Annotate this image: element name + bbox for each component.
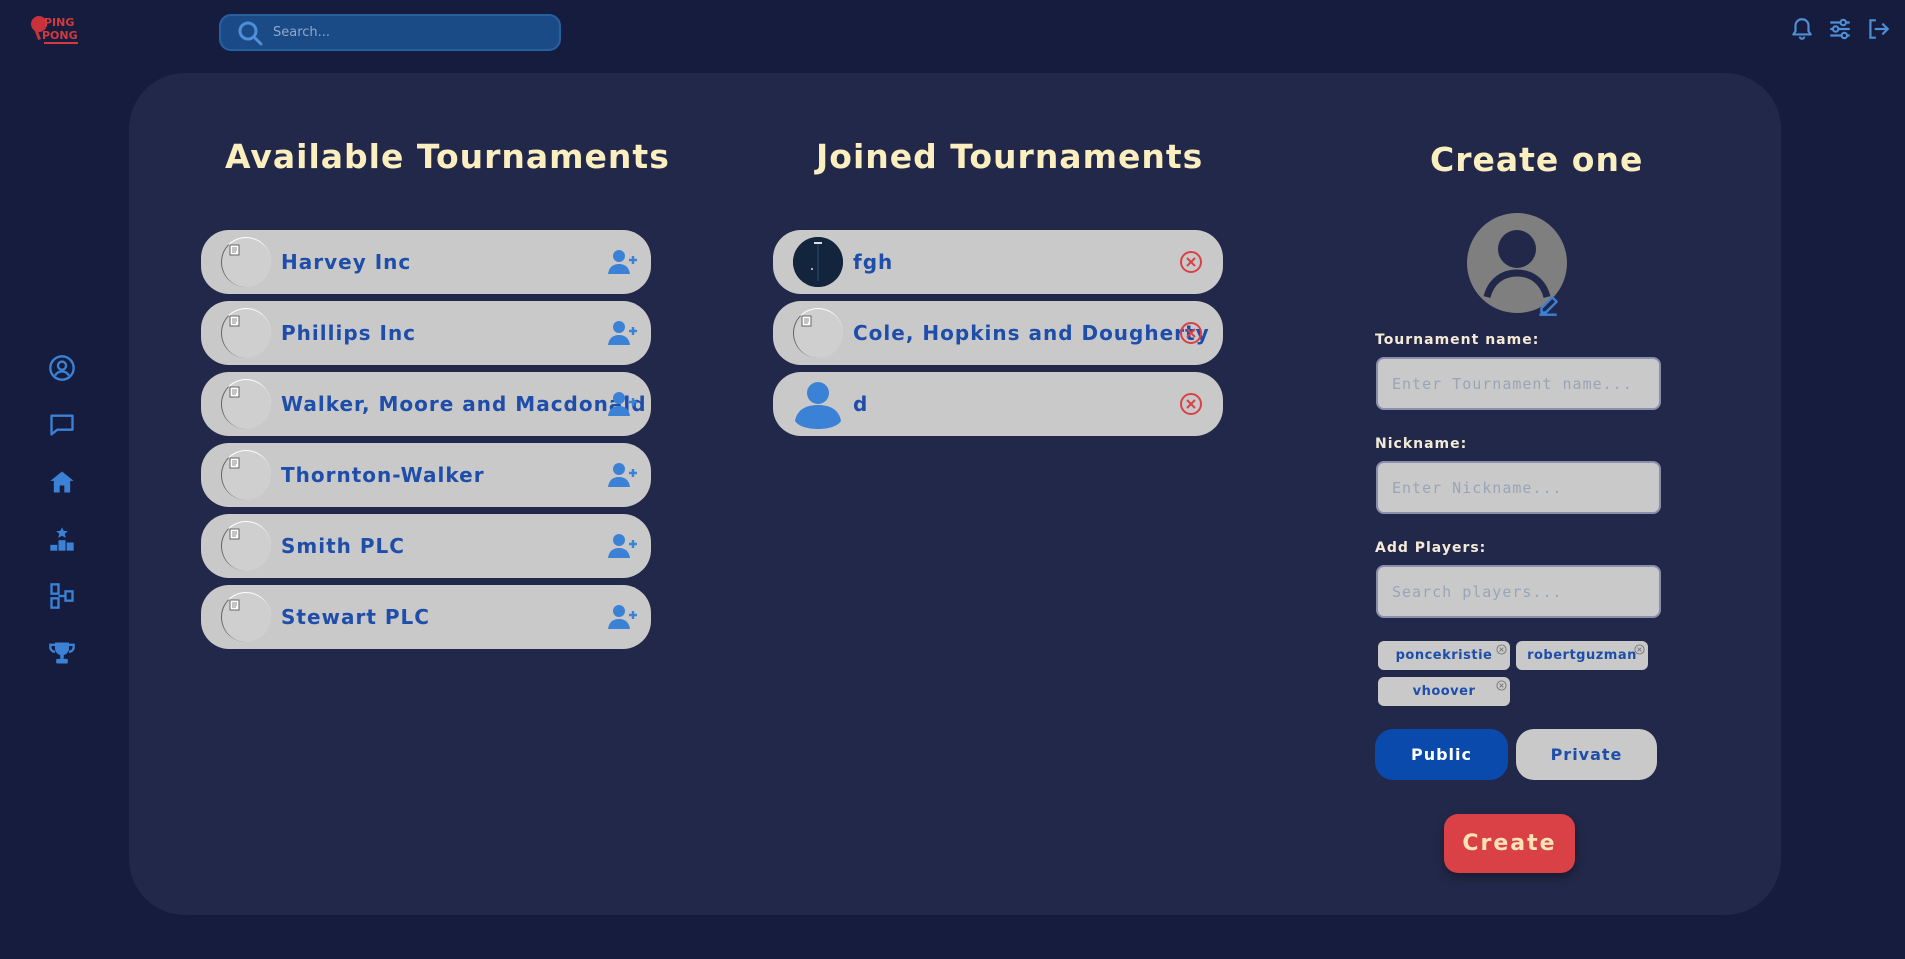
available-title: Available Tournaments [225,137,670,176]
leaderboard-icon [50,527,74,551]
user-circle-icon [49,355,75,381]
tournament-name: fgh [853,250,894,274]
tournament-thumbnail [793,379,843,429]
player-chip-label: robertguzman [1527,648,1637,663]
tournament-name: d [853,392,869,416]
home-icon [50,471,74,493]
broken-image-icon [229,386,240,398]
add-user-icon[interactable] [607,461,637,489]
sidebar-item-bracket[interactable] [44,578,80,614]
available-tournament-row[interactable]: Walker, Moore and Macdonald [201,372,651,436]
tournament-name: Harvey Inc [281,250,412,274]
joined-tournament-row[interactable]: Cole, Hopkins and Dougherty [773,301,1223,365]
nickname-label: Nickname: [1375,436,1468,452]
edit-icon[interactable] [1535,293,1561,319]
tournament-name: Cole, Hopkins and Dougherty [853,321,1210,345]
available-tournament-row[interactable]: Thornton-Walker [201,443,651,507]
sidebar-item-tournaments[interactable] [44,635,80,671]
tournament-thumbnail [221,521,271,571]
create-button[interactable]: Create [1444,814,1575,873]
remove-circle-icon[interactable] [1179,250,1203,274]
remove-chip-icon[interactable] [1634,644,1645,655]
broken-image-icon [229,599,240,611]
remove-chip-icon[interactable] [1496,644,1507,655]
tournament-thumbnail [221,308,271,358]
add-user-icon[interactable] [607,248,637,276]
player-chip: poncekristie [1378,641,1510,670]
available-tournament-row[interactable]: Stewart PLC [201,585,651,649]
ping-pong-logo-icon: PING PONG [31,16,78,44]
public-toggle[interactable]: Public [1375,729,1508,780]
sidebar-item-leaderboard[interactable] [44,521,80,557]
search-bar[interactable] [219,14,561,51]
tournament-thumbnail [221,237,271,287]
sidebar-item-profile[interactable] [44,350,80,386]
nickname-input[interactable] [1376,461,1661,514]
trophy-icon [49,642,75,664]
tournament-name-label: Tournament name: [1375,332,1540,348]
tournament-name: Thornton-Walker [281,463,485,487]
logout-icon[interactable] [1865,16,1891,42]
tournament-name: Phillips Inc [281,321,417,345]
tournament-avatar[interactable] [1467,213,1567,316]
game-preview-icon [793,237,843,287]
remove-circle-icon[interactable] [1179,392,1203,416]
search-icon [238,21,263,45]
tournament-thumbnail [221,379,271,429]
add-user-icon[interactable] [607,532,637,560]
bell-icon[interactable] [1789,16,1815,42]
private-toggle[interactable]: Private [1516,729,1657,780]
remove-circle-icon[interactable] [1179,321,1203,345]
tournament-thumbnail [793,237,843,287]
available-list: Harvey Inc Phillips Inc Walker, Moore and … [201,230,651,656]
bracket-icon [50,583,74,609]
sidebar-nav [44,350,80,692]
player-chip-label: vhoover [1412,684,1476,699]
joined-tournament-row[interactable]: fgh [773,230,1223,294]
broken-image-icon [229,528,240,540]
broken-image-icon [229,457,240,469]
sliders-icon[interactable] [1827,16,1853,42]
tournament-name-input[interactable] [1376,357,1661,410]
sidebar-item-home[interactable] [44,464,80,500]
player-chip-label: poncekristie [1395,648,1493,663]
tournament-thumbnail [221,592,271,642]
available-tournament-row[interactable]: Harvey Inc [201,230,651,294]
search-input[interactable] [273,25,553,40]
joined-tournament-row[interactable]: d [773,372,1223,436]
chat-icon [50,414,74,436]
joined-list: fgh Cole, Hopkins and Dougherty d [773,230,1223,443]
add-user-icon[interactable] [607,603,637,631]
app-logo[interactable]: PING PONG [30,10,100,50]
add-players-label: Add Players: [1375,540,1487,556]
available-tournament-row[interactable]: Smith PLC [201,514,651,578]
player-chip: robertguzman [1516,641,1648,670]
remove-chip-icon[interactable] [1496,680,1507,691]
svg-text:PONG: PONG [42,29,78,42]
available-tournament-row[interactable]: Phillips Inc [201,301,651,365]
svg-text:PING: PING [44,16,74,29]
player-chip: vhoover [1378,677,1510,706]
tournament-name: Stewart PLC [281,605,430,629]
broken-image-icon [229,315,240,327]
tournament-name: Smith PLC [281,534,405,558]
person-icon [795,382,841,429]
broken-image-icon [801,315,812,327]
broken-image-icon [229,244,240,256]
add-user-icon[interactable] [607,390,637,418]
tournament-name: Walker, Moore and Macdonald [281,392,647,416]
tournament-thumbnail [793,308,843,358]
sidebar-item-chat[interactable] [44,407,80,443]
joined-title: Joined Tournaments [816,137,1204,176]
tournament-thumbnail [221,450,271,500]
create-title: Create one [1430,140,1644,179]
player-search-input[interactable] [1376,565,1661,618]
add-user-icon[interactable] [607,319,637,347]
